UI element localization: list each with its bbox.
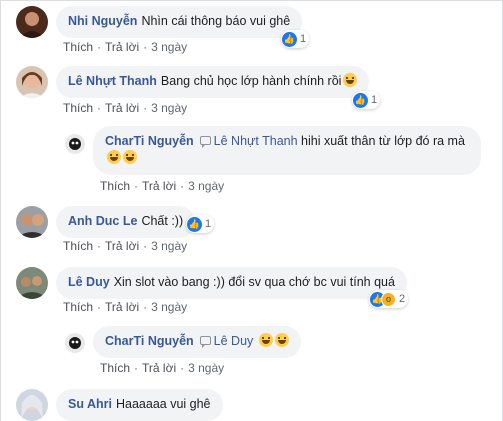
like-link[interactable]: Thích — [100, 179, 130, 193]
comment-bubble: Lê Nhựt Thanh Bang chủ học lớp hành chính… — [56, 66, 370, 98]
like-icon: 👍 — [353, 92, 368, 108]
comment-actions: Thích · Trả lời · 3 ngày — [63, 239, 188, 253]
like-icon: 👍 — [282, 31, 297, 47]
grin-emoji-icon — [123, 150, 137, 164]
like-icon: 👍 — [187, 216, 202, 232]
comment-item: Su Ahri Haaaaaa vui ghê — [16, 389, 223, 421]
comment-bubble: CharTi Nguyễn Lê Duy — [93, 326, 301, 358]
reaction-count: 1 — [371, 94, 378, 106]
reply-link[interactable]: Trả lời — [142, 361, 176, 375]
comment-text: hihi xuất thân từ lớp đó ra mà — [301, 134, 465, 148]
comment-text: Haaaaaa vui ghê — [115, 397, 211, 411]
tagged-user[interactable]: Lê Duy — [214, 334, 254, 348]
reply-link[interactable]: Trả lời — [105, 101, 139, 115]
comment-item: Lê Duy Xin slot vào bang :)) đổi sv qua c… — [16, 267, 409, 308]
comment-text: Chất :)) — [141, 214, 184, 228]
comment-actions: Thích · Trả lời · 3 ngày — [63, 40, 188, 54]
comment-author[interactable]: Lê Nhựt Thanh — [68, 74, 157, 88]
comment-time[interactable]: 3 ngày — [188, 361, 224, 375]
tagged-user[interactable]: Lê Nhựt Thanh — [214, 134, 298, 148]
comment-item: Anh Duc Le Chất :)) 👍 1 — [16, 206, 215, 238]
mention-icon — [199, 136, 211, 148]
comment-author[interactable]: Lê Duy — [68, 275, 110, 289]
wow-icon: o — [381, 291, 396, 307]
comment-actions: Thích · Trả lời · 3 ngày — [100, 179, 225, 193]
like-link[interactable]: Thích — [63, 300, 93, 314]
reply-link[interactable]: Trả lời — [105, 300, 139, 314]
comment-bubble: CharTi Nguyễn Lê Nhựt Thanh hihi xuất thâ… — [93, 126, 481, 175]
comment-time[interactable]: 3 ngày — [188, 179, 224, 193]
like-link[interactable]: Thích — [63, 239, 93, 253]
comment-author[interactable]: Anh Duc Le — [68, 214, 137, 228]
comment-time[interactable]: 3 ngày — [151, 101, 187, 115]
grin-emoji-icon — [107, 150, 121, 164]
avatar[interactable] — [16, 206, 48, 238]
avatar[interactable] — [16, 66, 48, 98]
comment-text: Nhìn cái thông báo vui ghê — [141, 14, 291, 28]
comment-text: Xin slot vào bang :)) đổi sv qua chớ bc … — [113, 275, 395, 289]
like-link[interactable]: Thích — [63, 40, 93, 54]
reaction-badge[interactable]: 👍 1 — [281, 30, 310, 48]
comment-bubble: Anh Duc Le Chất :)) — [56, 206, 196, 238]
avatar[interactable] — [16, 267, 48, 299]
reply-item: CharTi Nguyễn Lê Nhựt Thanh hihi xuất thâ… — [65, 126, 481, 175]
comment-bubble: Su Ahri Haaaaaa vui ghê — [56, 389, 223, 421]
like-link[interactable]: Thích — [100, 361, 130, 375]
like-link[interactable]: Thích — [63, 101, 93, 115]
mention-icon — [199, 336, 211, 348]
reaction-count: 2 — [399, 293, 406, 305]
comment-item: Lê Nhựt Thanh Bang chủ học lớp hành chính… — [16, 66, 381, 109]
avatar[interactable] — [65, 134, 85, 154]
comment-bubble: Lê Duy Xin slot vào bang :)) đổi sv qua c… — [56, 267, 407, 299]
reply-link[interactable]: Trả lời — [105, 40, 139, 54]
comment-text: Bang chủ học lớp hành chính rồi — [160, 74, 342, 88]
reaction-count: 1 — [300, 33, 307, 45]
avatar[interactable] — [16, 389, 48, 421]
reply-link[interactable]: Trả lời — [142, 179, 176, 193]
reply-item: CharTi Nguyễn Lê Duy — [65, 326, 301, 358]
comment-author[interactable]: Su Ahri — [68, 397, 112, 411]
comment-author[interactable]: Nhi Nguyễn — [68, 14, 137, 28]
grin-emoji-icon — [343, 73, 358, 87]
reaction-count: 1 — [205, 218, 212, 230]
comment-actions: Thích · Trả lời · 3 ngày — [100, 361, 225, 375]
grin-emoji-icon — [274, 333, 289, 347]
comment-time[interactable]: 3 ngày — [151, 40, 187, 54]
comment-item: Nhi Nguyễn Nhìn cái thông báo vui ghê 👍 1 — [16, 6, 310, 48]
comment-author[interactable]: CharTi Nguyễn — [105, 134, 194, 148]
comment-actions: Thích · Trả lời · 3 ngày — [63, 101, 188, 115]
reply-link[interactable]: Trả lời — [105, 239, 139, 253]
reaction-badge[interactable]: 👍 1 — [186, 215, 215, 233]
reaction-badge[interactable]: 👍 1 — [352, 91, 381, 109]
comment-actions: Thích · Trả lời · 3 ngày — [63, 300, 188, 314]
avatar[interactable] — [65, 333, 85, 353]
comment-time[interactable]: 3 ngày — [151, 300, 187, 314]
grin-emoji-icon — [258, 333, 273, 347]
comment-time[interactable]: 3 ngày — [151, 239, 187, 253]
comment-thread: Nhi Nguyễn Nhìn cái thông báo vui ghê 👍 1… — [0, 0, 503, 421]
comment-author[interactable]: CharTi Nguyễn — [105, 334, 194, 348]
comment-bubble: Nhi Nguyễn Nhìn cái thông báo vui ghê — [56, 6, 303, 38]
avatar[interactable] — [16, 6, 48, 38]
reaction-badge[interactable]: 👍 o 2 — [369, 290, 409, 308]
